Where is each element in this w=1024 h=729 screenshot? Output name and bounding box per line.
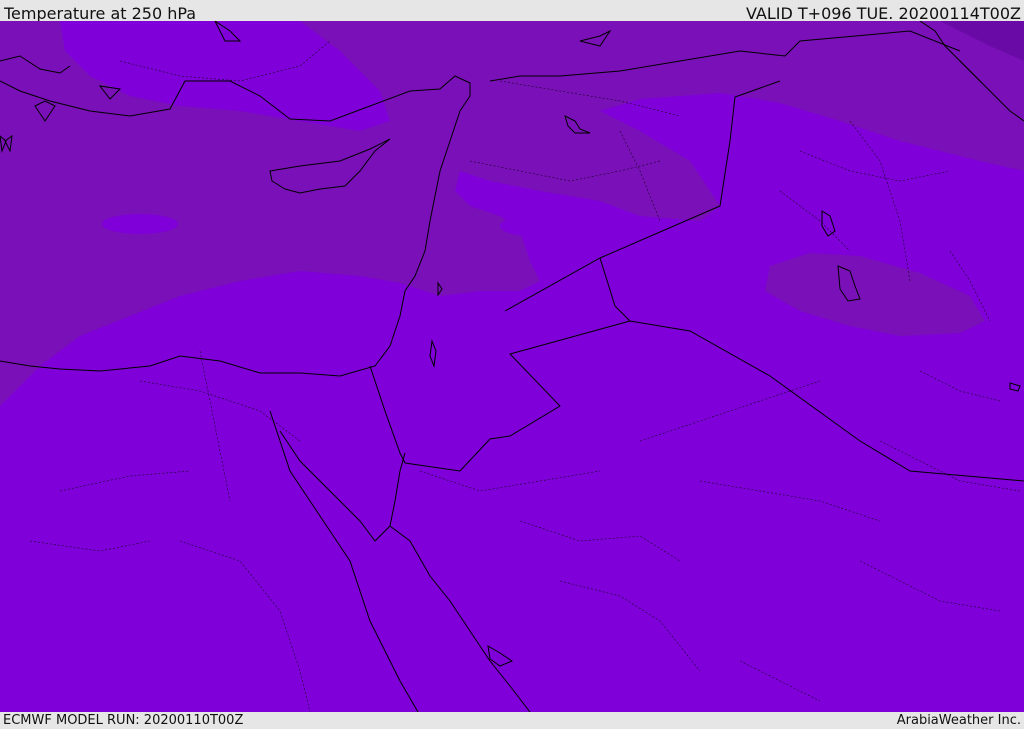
temperature-pocket-levant (500, 216, 560, 236)
model-run-label: ECMWF MODEL RUN: 20200110T00Z (3, 713, 244, 728)
map-frame: Temperature at 250 hPa VALID T+096 TUE. … (0, 0, 1024, 729)
header-bar: Temperature at 250 hPa VALID T+096 TUE. … (0, 0, 1024, 23)
footer-bar: ECMWF MODEL RUN: 20200110T00Z ArabiaWeat… (0, 712, 1024, 729)
temperature-map[interactable] (0, 21, 1024, 712)
credit-label: ArabiaWeather Inc. (896, 713, 1021, 728)
temperature-pocket-sea (102, 214, 178, 234)
map-canvas (0, 21, 1024, 712)
